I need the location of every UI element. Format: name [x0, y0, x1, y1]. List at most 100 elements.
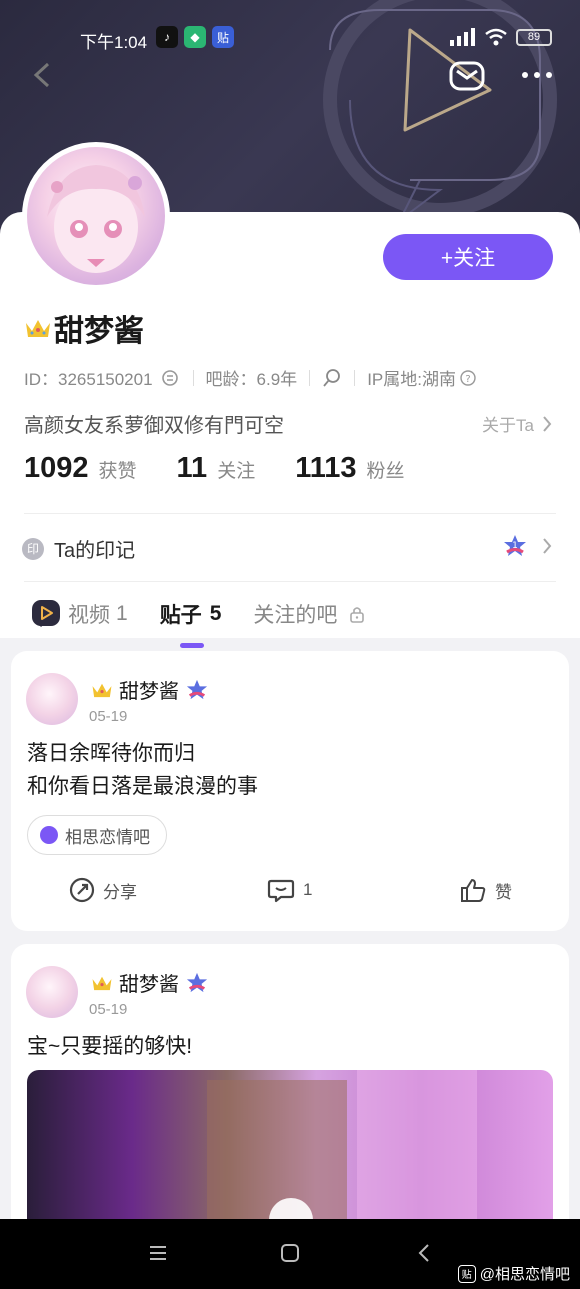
marks-label: Ta的印记	[54, 540, 136, 562]
level-badge-icon	[186, 679, 208, 699]
tab-videos-label: 视频	[68, 604, 110, 627]
bar-age: 吧龄：6.9年	[205, 370, 298, 389]
post-date: 05-19	[89, 708, 128, 725]
divider	[24, 581, 556, 582]
menu-icon[interactable]	[148, 1243, 168, 1263]
meta-divider	[192, 369, 194, 386]
post-author-name[interactable]: 甜梦酱	[119, 675, 179, 704]
back-icon[interactable]	[30, 60, 54, 90]
profile-tabs: 视频 1 贴子 5 关注的吧	[30, 590, 397, 648]
profile-meta-row: ID：3265150201 吧龄：6.9年 IP属地:湖南 ?	[24, 365, 477, 390]
crown-icon	[92, 683, 112, 697]
watermark-logo: 贴	[457, 1264, 476, 1283]
post-date: 05-19	[89, 1001, 128, 1018]
post-card[interactable]: 甜梦酱 05-19 落日余晖待你而归 和你看日落是最浪漫的事 相思恋情吧 分享 …	[11, 651, 569, 931]
tab-followed-bars-label: 关注的吧	[253, 604, 338, 627]
post-text-line: 和你看日落是最浪漫的事	[27, 775, 258, 798]
battery-indicator: 89	[516, 28, 552, 46]
home-icon[interactable]	[280, 1243, 300, 1263]
tab-posts-label: 贴子	[159, 604, 202, 627]
ip-location: IP属地:湖南	[367, 370, 456, 389]
tab-posts-count: 5	[209, 602, 222, 625]
about-link[interactable]: 关于Ta	[482, 411, 552, 436]
marks-level[interactable]: 1	[502, 534, 552, 558]
tab-videos[interactable]: 视频 1	[30, 598, 128, 630]
shield-app-icon: ◆	[184, 26, 206, 48]
divider	[24, 513, 556, 514]
status-time: 下午1:04	[80, 33, 148, 52]
comment-icon	[267, 879, 295, 903]
thumbs-up-icon	[461, 879, 486, 902]
marks-row[interactable]: 印 Ta的印记	[22, 534, 135, 563]
follow-button[interactable]: +关注	[383, 234, 553, 280]
forum-name: 相思恋情吧	[65, 827, 150, 847]
stat-fans[interactable]: 1113 粉丝	[295, 452, 404, 485]
crown-icon	[92, 976, 112, 990]
signal-icon	[450, 28, 475, 46]
post-author-row: 甜梦酱	[91, 675, 209, 704]
svg-text:?: ?	[465, 374, 470, 385]
share-button[interactable]: 分享	[69, 877, 137, 903]
share-label: 分享	[103, 882, 137, 902]
active-tab-indicator	[179, 643, 204, 648]
more-icon[interactable]	[520, 65, 554, 85]
lock-icon	[350, 607, 365, 623]
video-thumbnail-art	[207, 1070, 477, 1230]
level-badge-number: 1	[512, 541, 518, 551]
avatar-illustration	[47, 165, 145, 273]
back-nav-icon[interactable]	[416, 1243, 432, 1263]
post-actions: 分享 1 赞	[11, 877, 569, 913]
marks-badge-icon: 印	[22, 537, 44, 560]
post-author-avatar[interactable]	[26, 966, 78, 1018]
profile-bio: 高颜女友系萝御双修有門可空	[24, 415, 284, 437]
tab-posts[interactable]: 贴子 5	[159, 599, 222, 648]
post-text-line: 落日余晖待你而归	[27, 742, 195, 765]
share-icon	[69, 877, 95, 903]
planet-icon	[40, 826, 58, 844]
stat-fans-label: 粉丝	[366, 461, 405, 482]
profile-stats: 1092 获赞 11 关注 1113 粉丝	[24, 452, 405, 485]
crown-icon	[26, 320, 50, 337]
profile-username: 甜梦酱	[54, 315, 144, 348]
post-video-thumbnail[interactable]	[27, 1070, 553, 1230]
post-text-line: 宝~只要摇的够快!	[27, 1035, 193, 1058]
post-author-row: 甜梦酱	[91, 968, 209, 997]
post-content: 落日余晖待你而归 和你看日落是最浪漫的事	[27, 737, 258, 803]
chevron-right-icon	[543, 538, 552, 554]
like-label: 赞	[495, 882, 512, 902]
about-label: 关于Ta	[482, 416, 534, 435]
comment-button[interactable]: 1	[267, 877, 312, 903]
post-author-avatar[interactable]	[26, 673, 78, 725]
watermark-text: @相思恋情吧	[479, 1266, 570, 1283]
status-bar: 下午1:04 ♪ ◆ 贴 89	[0, 22, 580, 56]
comment-count: 1	[303, 880, 313, 899]
level-badge-icon	[186, 972, 208, 992]
tab-followed-bars[interactable]: 关注的吧	[253, 599, 365, 629]
tieba-app-icon: 贴	[212, 26, 234, 48]
post-author-name[interactable]: 甜梦酱	[119, 968, 179, 997]
search-icon[interactable]	[322, 368, 342, 388]
avatar[interactable]	[22, 142, 170, 290]
meta-divider	[309, 369, 311, 386]
status-indicators: 89	[450, 28, 552, 46]
mail-icon[interactable]	[448, 60, 486, 94]
system-nav-bar: 贴 @相思恋情吧	[0, 1219, 580, 1289]
meta-divider	[354, 369, 356, 386]
copy-icon[interactable]	[159, 368, 181, 388]
wifi-icon	[485, 28, 507, 46]
help-icon[interactable]: ?	[459, 369, 477, 387]
stat-likes-count: 1092	[24, 452, 89, 484]
stat-following-count: 11	[176, 452, 208, 484]
post-content: 宝~只要摇的够快!	[27, 1030, 192, 1063]
tiktok-icon: ♪	[156, 26, 178, 48]
stat-likes-label: 获赞	[98, 461, 137, 482]
stat-following[interactable]: 11 关注	[177, 452, 256, 485]
like-button[interactable]: 赞	[459, 877, 512, 903]
watermark: 贴 @相思恋情吧	[457, 1263, 570, 1284]
stat-likes[interactable]: 1092 获赞	[24, 452, 137, 485]
user-id: ID：3265150201	[24, 370, 153, 389]
level-badge-icon: 1	[504, 535, 526, 556]
profile-username-row: 甜梦酱	[24, 306, 144, 350]
video-tab-icon	[32, 600, 60, 628]
forum-chip[interactable]: 相思恋情吧	[27, 815, 167, 855]
